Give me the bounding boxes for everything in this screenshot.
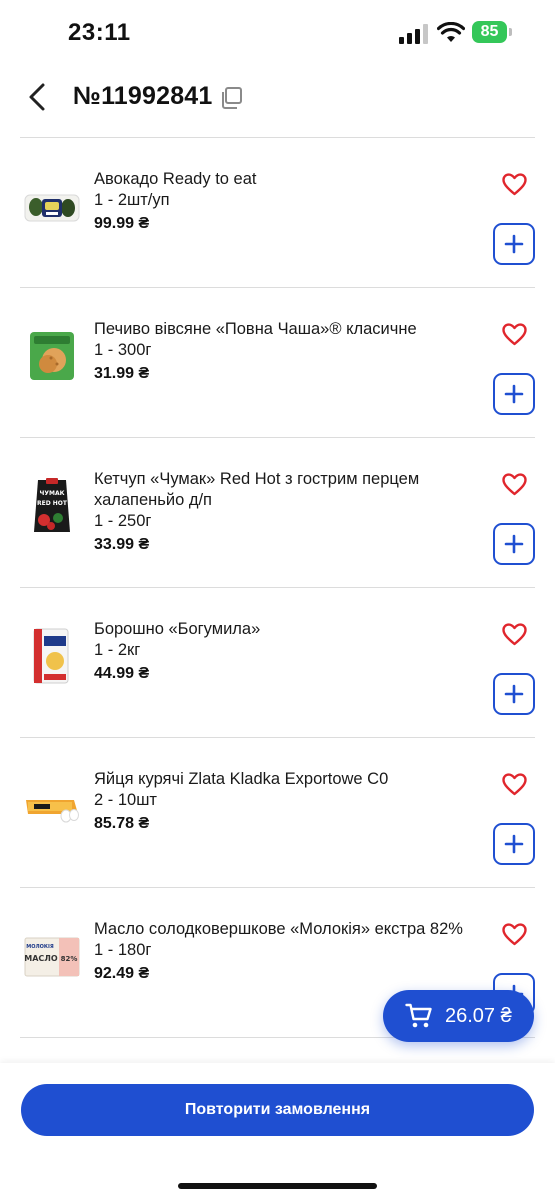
cart-icon <box>405 1003 432 1028</box>
flour-pack-image <box>33 628 69 684</box>
cart-total: 26.07 ₴ <box>445 1005 512 1027</box>
product-name: Авокадо Ready to eat <box>94 170 257 188</box>
product-quantity: 1 - 180г <box>94 941 152 959</box>
copy-icon[interactable] <box>219 86 243 110</box>
butter-label-text: МАСЛО <box>24 954 58 963</box>
add-to-cart-button[interactable] <box>493 223 535 265</box>
product-name: Кетчуп «Чумак» Red Hot з гострим перцем … <box>94 470 420 509</box>
product-info: Масло солодковершкове «Молокія» екстра 8… <box>94 919 474 987</box>
product-item[interactable]: ЧУМАК RED HOT Кетчуп «Чумак» Red Hot з г… <box>0 438 555 588</box>
product-quantity: 2 - 10шт <box>94 791 157 809</box>
back-arrow-icon[interactable] <box>24 82 50 112</box>
cellular-signal-icon <box>399 24 428 44</box>
product-info: Печиво вівсяне «Повна Чаша»® класичне 1 … <box>94 319 474 387</box>
product-info: Яйця курячі Zlata Kladka Exportowe C0 2 … <box>94 769 474 837</box>
product-quantity: 1 - 2шт/уп <box>94 191 170 209</box>
add-to-cart-button[interactable] <box>493 823 535 865</box>
product-quantity: 1 - 2кг <box>94 641 141 659</box>
repeat-order-button[interactable]: Повторити замовлення <box>21 1084 534 1136</box>
header: №11992841 <box>0 66 555 138</box>
add-to-cart-button[interactable] <box>493 373 535 415</box>
wifi-icon <box>437 22 465 42</box>
product-quantity: 1 - 300г <box>94 341 152 359</box>
heart-icon[interactable] <box>502 623 527 646</box>
product-item[interactable]: Печиво вівсяне «Повна Чаша»® класичне 1 … <box>0 288 555 438</box>
product-price: 33.99 ₴ <box>94 536 150 553</box>
product-price: 99.99 ₴ <box>94 215 150 232</box>
add-to-cart-button[interactable] <box>493 523 535 565</box>
product-item[interactable]: Яйця курячі Zlata Kladka Exportowe C0 2 … <box>0 738 555 888</box>
avocado-pack-image <box>24 194 80 222</box>
ketchup-type-text: RED HOT <box>37 500 68 507</box>
product-list: Авокадо Ready to eat 1 - 2шт/уп 99.99 ₴ <box>0 138 555 1063</box>
product-info: Авокадо Ready to eat 1 - 2шт/уп 99.99 ₴ <box>94 169 474 237</box>
plus-icon <box>504 234 524 254</box>
plus-icon <box>504 534 524 554</box>
ketchup-brand-text: ЧУМАК <box>40 490 65 497</box>
product-name: Яйця курячі Zlata Kladka Exportowe C0 <box>94 770 389 788</box>
status-time: 23:11 <box>68 19 131 46</box>
product-price: 92.49 ₴ <box>94 965 150 982</box>
butter-brand-text: МОЛОКІЯ <box>26 944 54 950</box>
plus-icon <box>504 384 524 404</box>
battery-level: 85 <box>472 21 507 43</box>
product-name: Борошно «Богумила» <box>94 620 261 638</box>
battery-tip <box>509 28 512 36</box>
product-price: 44.99 ₴ <box>94 665 150 682</box>
cart-button[interactable]: 26.07 ₴ <box>383 990 534 1042</box>
product-item[interactable]: Авокадо Ready to eat 1 - 2шт/уп 99.99 ₴ <box>0 138 555 288</box>
heart-icon[interactable] <box>502 173 527 196</box>
plus-icon <box>504 684 524 704</box>
butter-pack-image: МОЛОКІЯ МАСЛО 82% <box>24 937 80 977</box>
heart-icon[interactable] <box>502 473 527 496</box>
butter-percent-text: 82% <box>61 955 78 963</box>
egg-carton-image <box>26 800 79 823</box>
product-price: 31.99 ₴ <box>94 365 150 382</box>
product-info: Кетчуп «Чумак» Red Hot з гострим перцем … <box>94 469 474 558</box>
home-indicator[interactable] <box>178 1183 377 1189</box>
order-number-title: №11992841 <box>73 82 213 110</box>
status-bar: 23:11 85 <box>0 0 555 66</box>
cookie-pack-image <box>30 332 74 380</box>
product-quantity: 1 - 250г <box>94 512 152 530</box>
heart-icon[interactable] <box>502 923 527 946</box>
product-item[interactable]: Борошно «Богумила» 1 - 2кг 44.99 ₴ <box>0 588 555 738</box>
battery-indicator: 85 <box>472 21 512 43</box>
heart-icon[interactable] <box>502 323 527 346</box>
product-info: Борошно «Богумила» 1 - 2кг 44.99 ₴ <box>94 619 474 687</box>
add-to-cart-button[interactable] <box>493 673 535 715</box>
product-name: Печиво вівсяне «Повна Чаша»® класичне <box>94 320 417 338</box>
bottom-bar: Повторити замовлення <box>0 1063 555 1200</box>
order-details-screen: 23:11 85 №11992841 Авокадо Ready to eat … <box>0 0 555 1200</box>
product-name: Масло солодковершкове «Молокія» екстра 8… <box>94 920 463 938</box>
heart-icon[interactable] <box>502 773 527 796</box>
ketchup-pack-image: ЧУМАК RED HOT <box>34 478 70 532</box>
plus-icon <box>504 834 524 854</box>
product-price: 85.78 ₴ <box>94 815 150 832</box>
